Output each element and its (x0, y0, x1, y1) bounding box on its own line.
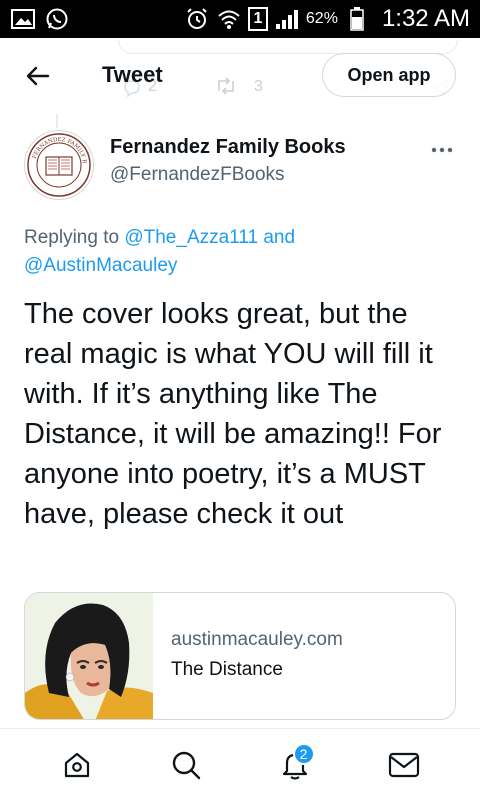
card-text: austinmacauley.com The Distance (153, 593, 343, 719)
messages-icon[interactable] (380, 741, 428, 789)
card-domain: austinmacauley.com (171, 629, 343, 650)
reply-join-text: and (258, 227, 296, 248)
card-title: The Distance (171, 659, 283, 680)
status-bar: 1 62% 1:32 AM (0, 0, 480, 38)
open-app-button[interactable]: Open app (322, 53, 456, 97)
link-preview-card[interactable]: austinmacauley.com The Distance (24, 592, 456, 720)
bottom-navigation: 2 (0, 728, 480, 800)
replying-to: Replying to @The_Azza111 and @AustinMaca… (24, 224, 454, 280)
whatsapp-icon (44, 6, 70, 32)
gallery-icon (10, 6, 36, 32)
wifi-icon (216, 6, 242, 32)
fernandez-books-logo: FERNANDEZ FAMILY BOOKS (26, 132, 91, 197)
signal-icon (274, 6, 300, 32)
author-avatar[interactable]: FERNANDEZ FAMILY BOOKS (24, 130, 94, 200)
author-handle[interactable]: @FernandezFBooks (110, 164, 285, 186)
replying-prefix: Replying to (24, 227, 125, 248)
reply-mention-link[interactable]: @The_Azza111 (124, 227, 258, 248)
alarm-icon (184, 6, 210, 32)
page-title: Tweet (102, 62, 163, 87)
clock: 1:32 AM (381, 5, 470, 32)
battery-percent: 62% (305, 10, 338, 27)
sim-indicator: 1 (247, 7, 268, 31)
search-icon[interactable] (162, 741, 210, 789)
author-name[interactable]: Fernandez Family Books (110, 136, 346, 159)
card-thumbnail (25, 593, 153, 719)
reply-mention-link[interactable]: @AustinMacauley (24, 255, 177, 276)
top-bar: Tweet Open app (0, 38, 480, 114)
more-options-icon[interactable] (430, 140, 454, 160)
notifications-bell-icon[interactable]: 2 (271, 741, 319, 789)
back-arrow-icon[interactable] (22, 60, 54, 92)
tweet-body: The cover looks great, but the real magi… (24, 298, 442, 530)
notifications-badge: 2 (292, 742, 315, 765)
home-icon[interactable] (53, 741, 101, 789)
battery-icon (344, 6, 370, 32)
